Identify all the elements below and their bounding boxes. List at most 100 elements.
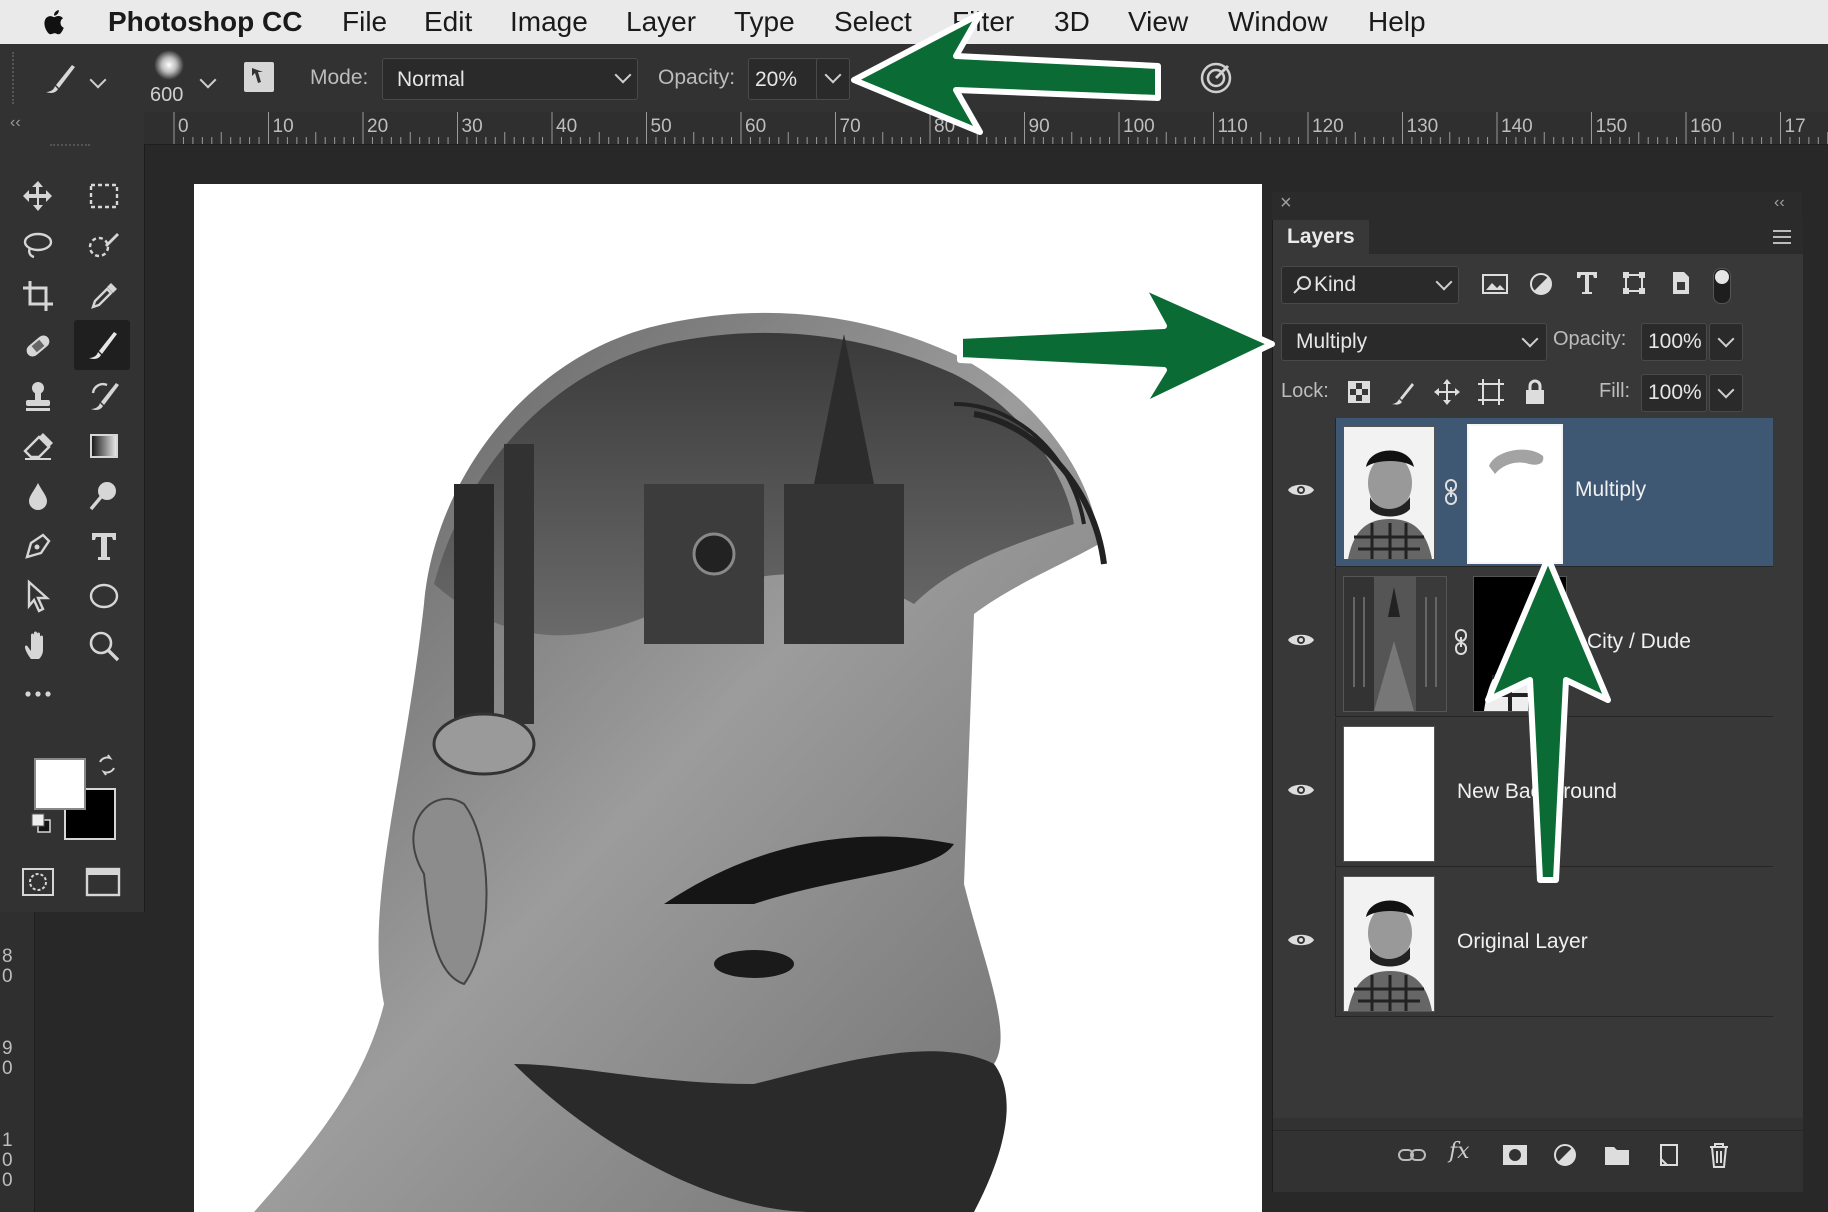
ellipse-tool[interactable] — [80, 574, 128, 618]
panel-menu-icon[interactable] — [1771, 228, 1793, 246]
fill-field[interactable]: 100% — [1641, 374, 1707, 412]
filter-toggle-switch[interactable] — [1713, 268, 1731, 304]
visibility-eye-icon[interactable] — [1287, 780, 1315, 800]
lock-all-icon[interactable] — [1523, 378, 1547, 406]
filter-type-icon[interactable] — [1575, 270, 1599, 296]
apple-logo-icon[interactable] — [40, 7, 70, 37]
menu-3d[interactable]: 3D — [1054, 0, 1090, 44]
dodge-tool[interactable] — [80, 474, 128, 518]
swap-colors-icon[interactable] — [96, 754, 118, 776]
layer-thumbnail[interactable] — [1343, 876, 1435, 1012]
menu-edit[interactable]: Edit — [424, 0, 472, 44]
layer-mask-thumbnail[interactable] — [1467, 424, 1563, 564]
default-colors-icon[interactable] — [30, 812, 52, 834]
lock-transparent-pixels-icon[interactable] — [1347, 380, 1371, 404]
menu-window[interactable]: Window — [1228, 0, 1328, 44]
adjustment-layer-icon[interactable] — [1553, 1143, 1577, 1167]
rect-marquee-icon — [89, 183, 119, 209]
blend-mode-dropdown[interactable]: Multiply — [1281, 323, 1547, 361]
mask-preview-icon — [1489, 449, 1544, 474]
fx-icon[interactable]: fx — [1449, 1139, 1470, 1164]
mask-link-icon[interactable] — [1453, 628, 1469, 656]
menu-type[interactable]: Type — [734, 0, 795, 44]
zoom-tool[interactable] — [80, 624, 128, 668]
mode-dropdown[interactable]: Normal — [382, 58, 638, 100]
foreground-color-swatch[interactable] — [34, 758, 86, 810]
visibility-eye-icon[interactable] — [1287, 630, 1315, 650]
healing-brush-tool[interactable] — [14, 324, 62, 368]
delete-layer-trash-icon[interactable] — [1707, 1141, 1731, 1169]
layer-name[interactable]: New Background — [1457, 780, 1617, 804]
fill-dropdown-button[interactable] — [1709, 374, 1743, 412]
hand-tool[interactable] — [14, 624, 62, 668]
filter-kind-dropdown[interactable]: Kind — [1281, 266, 1459, 304]
opacity-dropdown-button[interactable] — [816, 58, 850, 100]
filter-shape-icon[interactable] — [1621, 270, 1647, 296]
menu-view[interactable]: View — [1128, 0, 1188, 44]
menu-filter[interactable]: Filter — [952, 0, 1014, 44]
mask-link-icon[interactable] — [1443, 478, 1459, 506]
layer-opacity-dropdown-button[interactable] — [1709, 323, 1743, 361]
filter-pixel-icon[interactable] — [1481, 272, 1509, 296]
lock-artboard-icon[interactable] — [1477, 378, 1505, 406]
eyedropper-tool[interactable] — [80, 274, 128, 318]
lasso-tool[interactable] — [14, 224, 62, 268]
collapse-toolbar-icon[interactable]: ‹‹ — [10, 114, 21, 132]
tools-grip[interactable] — [50, 144, 90, 152]
path-select-tool[interactable] — [14, 574, 62, 618]
document-canvas[interactable] — [194, 184, 1262, 1212]
type-tool[interactable] — [80, 524, 128, 568]
lock-position-icon[interactable] — [1433, 378, 1461, 406]
pressure-opacity-icon[interactable] — [1198, 60, 1234, 96]
brush-size-chevron-icon[interactable] — [199, 71, 217, 89]
ruler-tick-label: 150 — [1595, 116, 1628, 137]
layer-thumbnail[interactable] — [1343, 426, 1435, 560]
filter-adjustment-icon[interactable] — [1529, 272, 1553, 296]
visibility-eye-icon[interactable] — [1287, 480, 1315, 500]
layer-opacity-field[interactable]: 100% — [1641, 323, 1707, 361]
lock-image-pixels-icon[interactable] — [1389, 380, 1415, 406]
menu-select[interactable]: Select — [834, 0, 912, 44]
quick-select-tool[interactable] — [80, 224, 128, 268]
pen-tool[interactable] — [14, 524, 62, 568]
marquee-tool[interactable] — [80, 174, 128, 218]
menu-file[interactable]: File — [342, 0, 387, 44]
filter-smart-object-icon[interactable] — [1669, 270, 1693, 296]
layer-name[interactable]: City / Dude — [1587, 630, 1691, 654]
more-tools-button[interactable] — [14, 672, 62, 716]
layer-name[interactable]: Original Layer — [1457, 930, 1588, 954]
brush-preset-chevron-icon[interactable] — [89, 71, 107, 89]
clone-stamp-tool[interactable] — [14, 374, 62, 418]
layer-mask-thumbnail[interactable] — [1473, 576, 1567, 712]
new-layer-icon[interactable] — [1657, 1141, 1681, 1169]
quick-mask-icon[interactable] — [20, 866, 56, 898]
brush-tip-preview-icon[interactable] — [154, 50, 184, 80]
close-panel-icon[interactable]: × — [1280, 192, 1292, 215]
eraser-icon — [23, 433, 53, 460]
menu-help[interactable]: Help — [1368, 0, 1426, 44]
options-bar-grip[interactable] — [12, 52, 17, 104]
menu-image[interactable]: Image — [510, 0, 588, 44]
brush-tool[interactable] — [74, 320, 130, 370]
screen-mode-icon[interactable] — [84, 866, 122, 898]
new-group-folder-icon[interactable] — [1603, 1143, 1631, 1167]
blur-tool[interactable] — [14, 474, 62, 518]
layer-name[interactable]: Multiply — [1575, 478, 1646, 502]
layer-thumbnail[interactable] — [1343, 576, 1447, 712]
menu-layer[interactable]: Layer — [626, 0, 696, 44]
brush-preset-icon[interactable] — [40, 58, 80, 98]
history-brush-tool[interactable] — [80, 374, 128, 418]
eraser-tool[interactable] — [14, 424, 62, 468]
ruler-tick-label: 50 — [650, 116, 672, 137]
brush-panel-toggle-icon[interactable] — [242, 60, 276, 94]
crop-tool[interactable] — [14, 274, 62, 318]
collapse-panel-icon[interactable]: ‹‹ — [1774, 194, 1785, 212]
add-mask-icon[interactable] — [1501, 1143, 1529, 1167]
gradient-tool[interactable] — [80, 424, 128, 468]
move-tool[interactable] — [14, 174, 62, 218]
layer-thumbnail[interactable] — [1343, 726, 1435, 862]
tab-layers[interactable]: Layers — [1273, 220, 1369, 254]
menu-app-name[interactable]: Photoshop CC — [108, 0, 302, 44]
visibility-eye-icon[interactable] — [1287, 930, 1315, 950]
link-layers-icon[interactable] — [1397, 1145, 1427, 1165]
